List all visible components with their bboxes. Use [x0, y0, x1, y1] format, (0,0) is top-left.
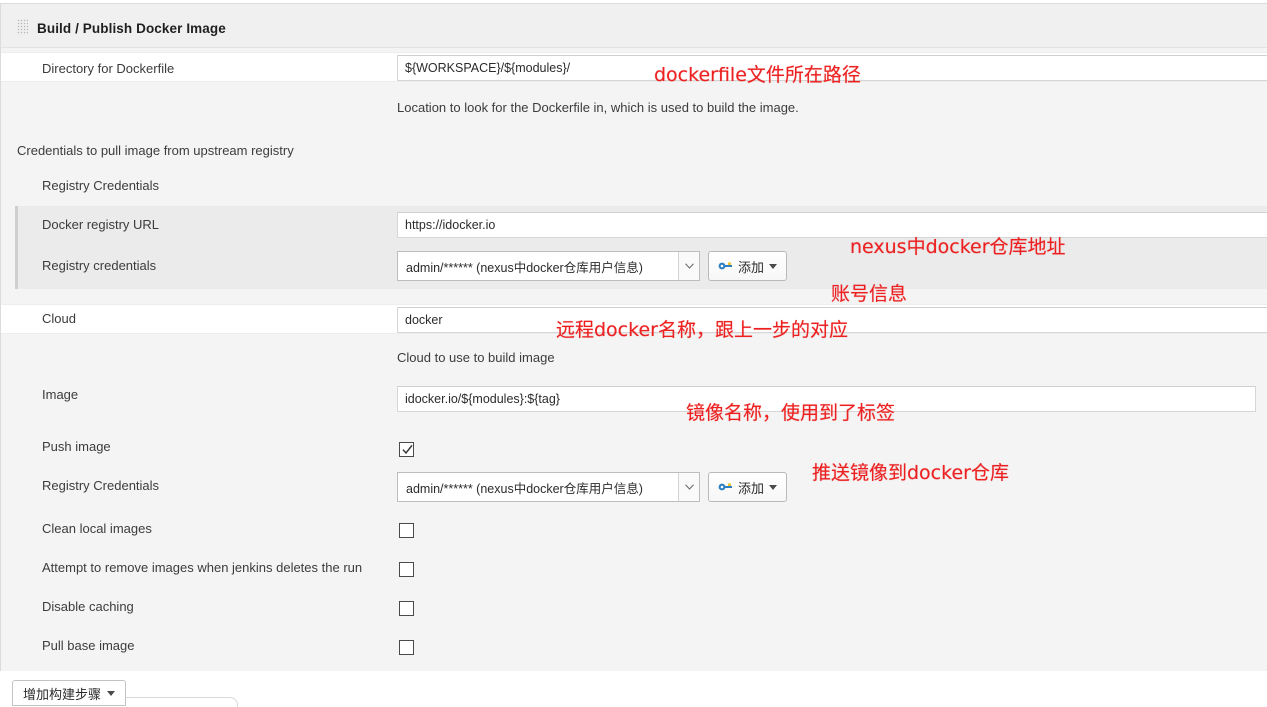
- annotation-push-image: 推送镜像到docker仓库: [812, 462, 1009, 484]
- page-title: Build / Publish Docker Image: [37, 21, 226, 36]
- registry-credentials-group-label: Registry Credentials: [42, 178, 160, 193]
- attempt-remove-images-label: Attempt to remove images when jenkins de…: [42, 560, 363, 575]
- registry-credentials-select[interactable]: admin/****** (nexus中docker仓库用户信息): [397, 251, 700, 281]
- attempt-remove-images-checkbox[interactable]: [399, 562, 414, 577]
- add-build-step-label: 增加构建步骤: [23, 686, 102, 702]
- cloud-label: Cloud: [42, 311, 76, 326]
- add-credentials-button-label: 添加: [738, 259, 765, 275]
- caret-down-icon: [769, 484, 778, 490]
- panel-header: Build / Publish Docker Image: [1, 4, 1267, 48]
- image-label: Image: [42, 387, 79, 402]
- caret-down-icon: [107, 690, 116, 696]
- registry-credentials-select-value: admin/****** (nexus中docker仓库用户信息): [406, 260, 643, 275]
- disable-caching-label: Disable caching: [42, 599, 134, 614]
- pull-base-image-checkbox[interactable]: [399, 640, 414, 655]
- annotation-dockerfile-path: dockerfile文件所在路径: [654, 64, 861, 86]
- chevron-down-icon[interactable]: [678, 252, 699, 280]
- key-icon: [718, 481, 733, 493]
- push-add-credentials-button-label: 添加: [738, 480, 765, 496]
- pull-credentials-section-label: Credentials to pull image from upstream …: [17, 143, 294, 158]
- pull-base-image-label: Pull base image: [42, 638, 135, 653]
- disable-caching-checkbox[interactable]: [399, 601, 414, 616]
- key-icon: [718, 260, 733, 272]
- footer-curve-decoration: [126, 697, 238, 707]
- push-image-label: Push image: [42, 439, 111, 454]
- annotation-image-name: 镜像名称，使用到了标签: [686, 402, 896, 424]
- annotation-registry-address: nexus中docker仓库地址: [850, 236, 1066, 258]
- registry-url-label: Docker registry URL: [42, 217, 160, 232]
- directory-label: Directory for Dockerfile: [42, 61, 175, 76]
- push-registry-credentials-label: Registry Credentials: [42, 478, 160, 493]
- cloud-help: Cloud to use to build image: [397, 350, 555, 365]
- checkmark-icon: [402, 444, 413, 455]
- push-image-checkbox[interactable]: [399, 442, 414, 457]
- push-registry-credentials-select[interactable]: admin/****** (nexus中docker仓库用户信息): [397, 472, 700, 502]
- clean-local-images-label: Clean local images: [42, 521, 152, 536]
- caret-down-icon: [769, 263, 778, 269]
- drag-grip-icon[interactable]: [17, 19, 28, 35]
- clean-local-images-checkbox[interactable]: [399, 523, 414, 538]
- chevron-down-icon[interactable]: [678, 473, 699, 501]
- registry-credentials-label: Registry credentials: [42, 258, 157, 273]
- directory-help: Location to look for the Dockerfile in, …: [397, 100, 799, 115]
- annotation-account-info: 账号信息: [831, 283, 908, 305]
- add-build-step-button[interactable]: 增加构建步骤: [12, 680, 127, 706]
- registry-url-input[interactable]: [397, 212, 1267, 238]
- push-add-credentials-button[interactable]: 添加: [708, 472, 788, 502]
- add-credentials-button[interactable]: 添加: [708, 251, 788, 281]
- push-registry-credentials-select-value: admin/****** (nexus中docker仓库用户信息): [406, 481, 643, 496]
- annotation-cloud-name: 远程docker名称，跟上一步的对应: [556, 319, 848, 341]
